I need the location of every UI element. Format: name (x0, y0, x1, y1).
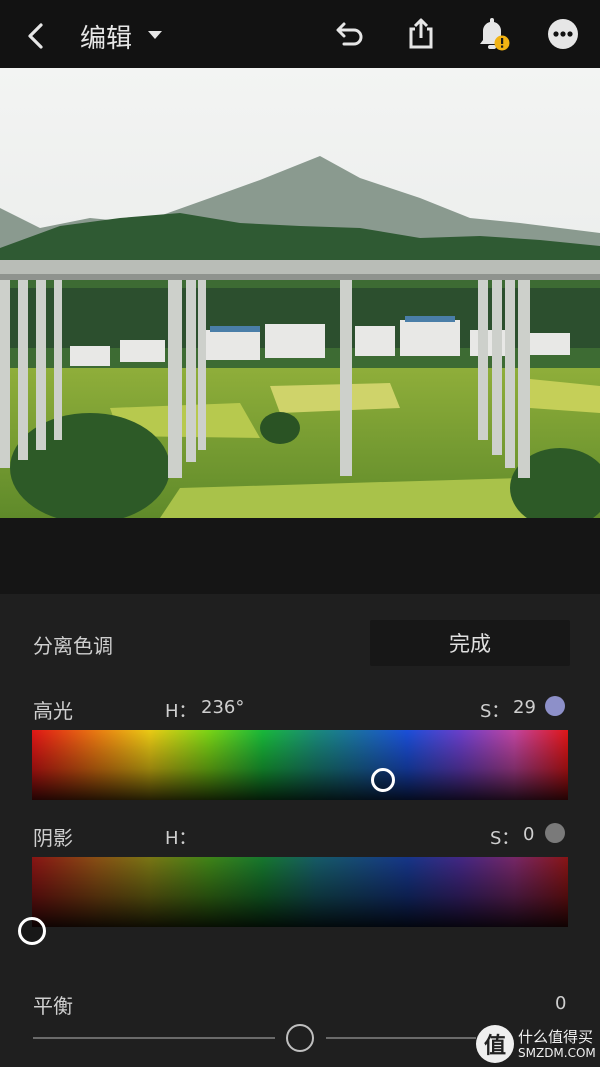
balance-track-left[interactable] (33, 1037, 275, 1039)
shadows-label: 阴影 (33, 826, 73, 850)
highlights-s-label: S： (480, 701, 510, 722)
watermark-text: 什么值得买 (518, 1028, 594, 1046)
balance-label: 平衡 (33, 994, 73, 1018)
shadows-color-swatch (545, 823, 565, 843)
page-title[interactable]: 编辑 (80, 18, 132, 55)
more-icon[interactable] (545, 16, 581, 52)
top-bar: 编辑 (0, 0, 600, 68)
bell-alert-icon[interactable] (474, 16, 510, 52)
shadows-s-value: 0 (523, 824, 535, 845)
undo-icon[interactable] (330, 16, 366, 52)
highlights-color-swatch (545, 696, 565, 716)
watermark-url: SMZDM.COM (518, 1046, 596, 1060)
watermark-logo: 值 (476, 1025, 514, 1063)
chevron-left-icon[interactable] (22, 20, 50, 52)
caret-down-icon[interactable] (146, 28, 164, 42)
share-icon[interactable] (403, 16, 439, 52)
shadows-hue-field[interactable] (32, 857, 568, 927)
landscape-photo (0, 68, 600, 518)
done-button[interactable]: 完成 (370, 620, 570, 666)
photo-preview[interactable] (0, 68, 600, 518)
highlights-picker-knob[interactable] (371, 768, 395, 792)
shadows-h-label: H： (165, 828, 197, 849)
panel-title: 分离色调 (33, 634, 113, 658)
preview-gap (0, 518, 600, 594)
highlights-h-value: 236° (201, 697, 245, 718)
shadows-picker-knob[interactable] (18, 917, 46, 945)
highlights-h-label: H： (165, 701, 197, 722)
highlights-hue-field[interactable] (32, 730, 568, 800)
balance-track-right[interactable] (326, 1037, 476, 1039)
balance-slider-knob[interactable] (286, 1024, 314, 1052)
shadows-s-label: S： (490, 828, 520, 849)
balance-value: 0 (555, 993, 567, 1014)
highlights-s-value: 29 (513, 697, 536, 718)
highlights-label: 高光 (33, 699, 73, 723)
